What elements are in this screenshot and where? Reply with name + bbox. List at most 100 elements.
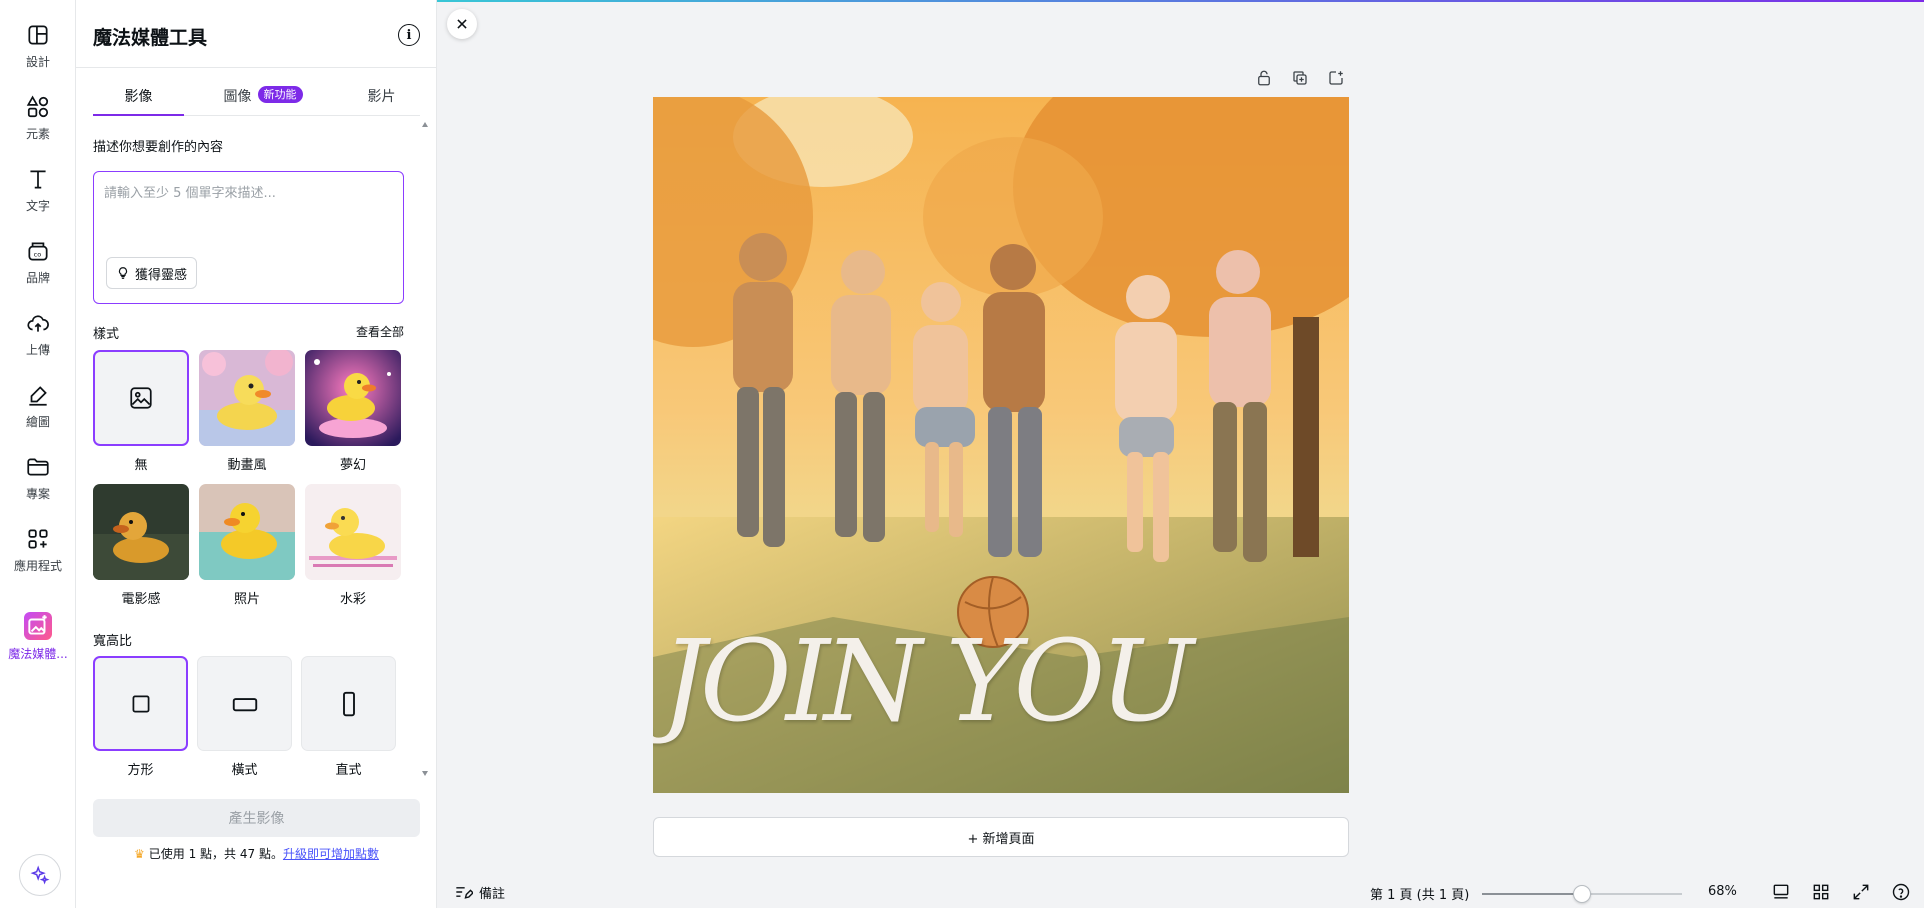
- rail-item-brand[interactable]: co 品牌: [0, 238, 76, 302]
- style-label: 樣式: [93, 327, 120, 342]
- ratio-portrait[interactable]: 直式: [301, 656, 396, 778]
- style-card-photo[interactable]: 照片: [199, 484, 295, 607]
- lock-icon[interactable]: [1252, 68, 1276, 88]
- portrait-icon: [342, 691, 355, 716]
- rail-item-magic-media[interactable]: 魔法媒體...: [0, 612, 76, 676]
- ratio-thumb: [93, 656, 188, 751]
- rail-item-elements[interactable]: 元素: [0, 94, 76, 158]
- style-card-fantasy[interactable]: 夢幻: [305, 350, 401, 473]
- ratio-thumb: [301, 656, 396, 751]
- duck-thumbnail: [305, 484, 401, 580]
- image-icon: [130, 387, 152, 409]
- duck-thumbnail: [199, 484, 295, 580]
- cloud-upload-icon: [27, 315, 49, 332]
- rail-item-design[interactable]: 設計: [0, 22, 76, 86]
- rail-item-text[interactable]: 文字: [0, 166, 76, 230]
- grid-icon: [1813, 884, 1829, 900]
- scroll-down-arrow[interactable]: [422, 771, 428, 776]
- tab-image[interactable]: 影像: [93, 80, 184, 116]
- style-name: 水彩: [339, 592, 366, 607]
- zoom-slider[interactable]: [1482, 885, 1682, 903]
- rail-label: 應用程式: [13, 559, 62, 573]
- prompt-input[interactable]: [104, 182, 394, 242]
- panel-scrollbar[interactable]: [420, 118, 430, 780]
- view-all-link[interactable]: 查看全部: [356, 323, 404, 340]
- help-icon: [1892, 883, 1910, 901]
- tab-label: 影像: [124, 89, 153, 105]
- rail-item-uploads[interactable]: 上傳: [0, 310, 76, 374]
- inspire-label: 獲得靈感: [135, 267, 188, 283]
- svg-text:co: co: [34, 250, 42, 258]
- draw-icon: [29, 386, 47, 406]
- apps-icon: [28, 529, 48, 549]
- style-name: 無: [134, 458, 148, 473]
- style-card-watercolor[interactable]: 水彩: [305, 484, 401, 607]
- landscape-icon: [232, 697, 257, 711]
- grid-view-button[interactable]: [1810, 881, 1832, 903]
- scroll-up-arrow[interactable]: [422, 122, 428, 127]
- ratio-landscape[interactable]: 橫式: [197, 656, 292, 778]
- magic-media-icon: [24, 612, 52, 640]
- notes-icon: [456, 887, 473, 899]
- style-name: 照片: [233, 592, 260, 607]
- page-indicator[interactable]: 第 1 頁 (共 1 頁): [1370, 884, 1469, 903]
- panel-title: 魔法媒體工具: [93, 27, 208, 49]
- notes-button[interactable]: 備註: [453, 882, 505, 902]
- ratio-name: 橫式: [231, 763, 258, 778]
- prompt-box: 獲得靈感: [93, 171, 404, 304]
- upgrade-link[interactable]: 升級即可增加點數: [283, 847, 379, 861]
- rail-item-apps[interactable]: 應用程式: [0, 526, 76, 590]
- style-thumb: [93, 350, 189, 446]
- top-accent-line: [437, 0, 1924, 2]
- magic-media-panel: 魔法媒體工具 i 影像 圖像 新功能 影片 描述你想要創作的內容 獲得靈感 樣式…: [76, 0, 437, 908]
- add-page-button[interactable]: + 新增頁面: [653, 817, 1349, 857]
- new-badge: 新功能: [257, 86, 303, 103]
- close-panel-button[interactable]: [447, 9, 477, 39]
- prompt-label: 描述你想要創作的內容: [93, 140, 224, 155]
- design-page[interactable]: JOIN YOU: [653, 97, 1349, 793]
- fullscreen-button[interactable]: [1850, 881, 1872, 903]
- ratio-square[interactable]: 方形: [93, 656, 188, 778]
- inspire-button[interactable]: 獲得靈感: [106, 257, 198, 289]
- ratio-name: 方形: [127, 763, 154, 778]
- add-page-icon[interactable]: [1324, 68, 1348, 88]
- generate-button[interactable]: 產生影像: [93, 799, 420, 837]
- style-card-cinematic[interactable]: 電影感: [93, 484, 189, 607]
- help-button[interactable]: [1890, 881, 1912, 903]
- rail-item-draw[interactable]: 繪圖: [0, 382, 76, 446]
- rail-item-projects[interactable]: 專案: [0, 454, 76, 518]
- text-icon: [30, 170, 46, 189]
- assistant-button[interactable]: [19, 854, 61, 896]
- ratio-label: 寬高比: [93, 634, 133, 649]
- style-card-none[interactable]: 無: [93, 350, 189, 473]
- rail-label: 文字: [25, 199, 50, 213]
- square-icon: [132, 695, 149, 712]
- notes-label: 備註: [479, 886, 506, 902]
- style-name: 夢幻: [339, 458, 366, 473]
- lightbulb-icon: [118, 267, 128, 279]
- duck-thumbnail: [93, 484, 189, 580]
- zoom-slider-handle[interactable]: [1573, 885, 1591, 903]
- rail-label: 上傳: [25, 343, 50, 357]
- tab-video[interactable]: 影片: [343, 80, 420, 116]
- page-toolbar: [1252, 68, 1348, 88]
- credits-info: ♛ 已使用 1 點，共 47 點。升級即可增加點數: [93, 845, 420, 862]
- style-name: 動畫風: [227, 458, 267, 473]
- duck-thumbnail: [305, 350, 401, 446]
- pages-view-icon: [1773, 884, 1789, 899]
- zoom-fill: [1482, 893, 1582, 895]
- page-view-button[interactable]: [1770, 881, 1792, 903]
- info-icon[interactable]: i: [398, 24, 420, 46]
- design-headline[interactable]: JOIN YOU: [661, 617, 1194, 747]
- media-tabs: 影像 圖像 新功能 影片: [93, 80, 420, 116]
- rail-label: 魔法媒體...: [8, 647, 68, 661]
- crown-icon: ♛: [134, 847, 145, 861]
- tab-graphics[interactable]: 圖像 新功能: [203, 80, 323, 116]
- tab-label: 圖像: [223, 89, 252, 105]
- close-icon: [457, 19, 467, 29]
- rail-label: 品牌: [25, 271, 50, 285]
- zoom-value[interactable]: 68%: [1708, 884, 1737, 899]
- style-card-anime[interactable]: 動畫風: [199, 350, 295, 473]
- left-rail: 設計 元素 文字 co 品牌 上傳 繪圖 專案 應用程式 魔法媒體...: [0, 0, 76, 908]
- duplicate-page-icon[interactable]: [1288, 68, 1312, 88]
